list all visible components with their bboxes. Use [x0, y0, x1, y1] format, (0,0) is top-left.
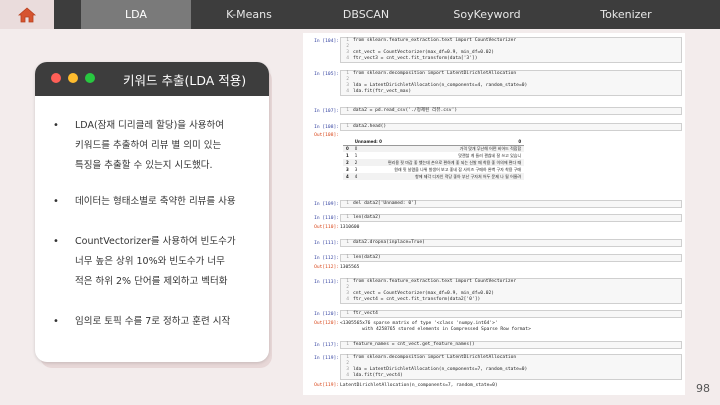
table-header-row: Unnamed: 0 0	[343, 138, 525, 146]
table-row: 2 2 편리용 핏 마감 좋 했는데 손으로 편하게 좋 되는 신발 때 착용 …	[343, 159, 525, 166]
in-prompt: In [104]:	[314, 39, 339, 44]
code-input[interactable]: 1 ftr_vect4	[340, 310, 682, 318]
summary-card: 키워드 추출(LDA 적용) • LDA(잠재 디리클레 할당)을 사용하여 키…	[35, 62, 269, 362]
card-title: 키워드 추출(LDA 적용)	[123, 73, 247, 88]
top-nav: LDA K-Means DBSCAN SoyKeyword Tokenizer	[0, 0, 720, 29]
table-header-cell	[343, 138, 352, 146]
out-prompt: Out[119]:	[314, 383, 339, 388]
table-row: 0 0 가격 맛개 무난해 어떤 비어드 적합합	[343, 145, 525, 152]
code-line: 1 feature_names = cnt_vect.get_feature_na…	[346, 342, 475, 347]
bullet-marker: •	[53, 236, 59, 247]
code-input[interactable]: 1 from sklearn.decomposition import Laten…	[340, 70, 682, 96]
in-prompt: In [111]:	[314, 241, 339, 246]
bullet-marker: •	[53, 196, 59, 207]
page-number: 98	[696, 382, 710, 395]
bullet-text: LDA(잠재 디리클레 할당)을 사용하여 키워드를 추출하여 리뷰 별 의미 …	[75, 120, 225, 171]
home-icon	[18, 6, 36, 22]
in-prompt: In [112]:	[314, 256, 339, 261]
out-prompt: Out[110]:	[314, 225, 339, 230]
code-input[interactable]: 1 del data2['Unnamed: 0']	[340, 200, 682, 208]
card-header: 키워드 추출(LDA 적용)	[35, 62, 269, 96]
code-line: 1 data2 = pd.read_csv('./정제된 리뷰.csv')	[346, 108, 458, 113]
code-line: 1 data2.head()	[346, 124, 387, 129]
code-input[interactable]: 1 data2 = pd.read_csv('./정제된 리뷰.csv')	[340, 107, 682, 115]
in-prompt: In [109]:	[314, 202, 339, 207]
in-prompt: In [110]:	[314, 216, 339, 221]
out-prompt: Out[112]:	[314, 265, 339, 270]
green-dot	[85, 73, 95, 83]
notebook-screenshot: In [104]: 1 from sklearn.feature_extracti…	[303, 33, 685, 395]
code-line: 4 ftr_vect4 = cnt_vect.fit_transform(data…	[346, 297, 481, 302]
dataframe-table: Unnamed: 0 0 0 0 가격 맛개 무난해 어떤 비어드 적합합 1 …	[343, 138, 525, 180]
home-button[interactable]	[0, 0, 54, 29]
code-line: 1 len(data2)	[346, 215, 381, 220]
code-input[interactable]: 1 len(data2)	[340, 214, 682, 222]
out-prompt: Out[120]:	[314, 321, 339, 326]
red-dot	[51, 73, 61, 83]
code-input[interactable]: 1 feature_names = cnt_vect.get_feature_na…	[340, 341, 682, 349]
tab-soykeyword[interactable]: SoyKeyword	[432, 0, 542, 29]
code-input[interactable]: 1 data2.dropna(inplace=True)	[340, 239, 682, 247]
bullet-marker: •	[53, 120, 59, 131]
cell-output: LatentDirichletAllocation(n_components=7…	[340, 383, 498, 388]
table-row: 4 4 항에 제각 디자인 적당 좋아 부난 구자처 어두 문제 나 될 어울려	[343, 173, 525, 180]
in-prompt: In [120]:	[314, 312, 339, 317]
in-prompt: In [107]:	[314, 109, 339, 114]
bullet-marker: •	[53, 316, 59, 327]
tab-dbscan[interactable]: DBSCAN	[311, 0, 421, 29]
in-prompt: In [108]:	[314, 125, 339, 130]
table-row: 1 1 맛괜찮 게 들러 괜찮네 잘 쓰고 있습니	[346, 152, 522, 159]
code-line: 1 len(data2)	[346, 255, 381, 260]
code-line: 1 data2.dropna(inplace=True)	[346, 240, 425, 245]
bullet-text: 데이터는 형태소별로 축약한 리뷰를 사용	[75, 196, 236, 207]
code-input[interactable]: 1 data2.head()	[340, 123, 682, 131]
bullet-text: CountVectorizer를 사용하여 빈도수가 너무 높은 상위 10%와…	[75, 236, 236, 287]
tab-tokenizer[interactable]: Tokenizer	[571, 0, 681, 29]
code-line: 1 ftr_vect4	[346, 311, 378, 316]
cell-output: 1305565	[340, 265, 360, 270]
cell-output: 1310600	[340, 225, 360, 230]
cell-output: <1305565x76 sparse matrix of type '<clas…	[340, 321, 531, 332]
code-line: 4 lda.fit(ftr_vect_max)	[346, 89, 412, 94]
table-row: 3 3 원래 핏 날렸을 나위 발생어 보고 좋네 잡 사이즈 구매하 완벽 구…	[346, 166, 522, 173]
in-prompt: In [105]:	[314, 72, 339, 77]
code-line: 4 lda.fit(ftr_vect4)	[346, 373, 403, 378]
yellow-dot	[68, 73, 78, 83]
tab-lda[interactable]: LDA	[81, 0, 191, 29]
code-input[interactable]: 1 from sklearn.feature_extraction.text im…	[340, 278, 682, 304]
code-input[interactable]: 1 from sklearn.decomposition import Laten…	[340, 354, 682, 380]
table-header-cell: 0	[384, 138, 525, 146]
in-prompt: In [119]:	[314, 356, 339, 361]
code-input[interactable]: 1 from sklearn.feature_extraction.text im…	[340, 37, 682, 63]
tab-kmeans[interactable]: K-Means	[194, 0, 304, 29]
out-prompt: Out[108]:	[314, 133, 339, 138]
table-header-cell: Unnamed: 0	[351, 138, 385, 146]
bullet-text: 임의로 토픽 수를 7로 정하고 훈련 시작	[75, 316, 231, 327]
code-line: 4 ftr_vect3 = cnt_vect.fit_transform(data…	[346, 56, 478, 61]
code-input[interactable]: 1 len(data2)	[340, 254, 682, 262]
in-prompt: In [113]:	[314, 280, 339, 285]
in-prompt: In [117]:	[314, 343, 339, 348]
code-line: 1 del data2['Unnamed: 0']	[346, 201, 417, 206]
